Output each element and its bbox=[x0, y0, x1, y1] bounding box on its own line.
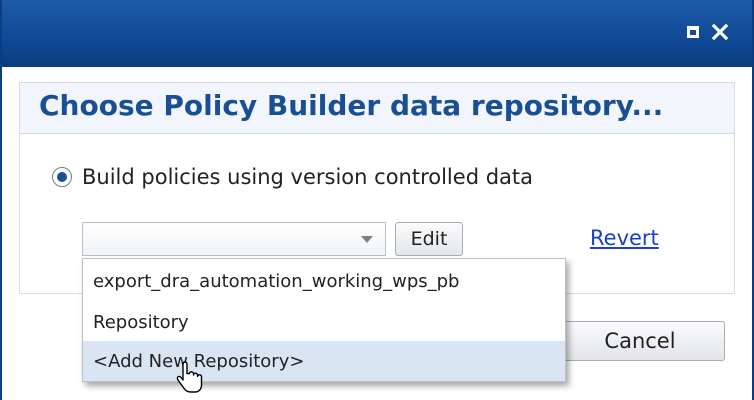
repository-input[interactable] bbox=[83, 223, 351, 255]
version-controlled-option[interactable]: Build policies using version controlled … bbox=[52, 162, 533, 192]
repository-dropdown-list: export_dra_automation_working_wps_pb Rep… bbox=[82, 258, 566, 382]
version-controlled-radio[interactable] bbox=[52, 167, 72, 187]
dropdown-item-export-dra[interactable]: export_dra_automation_working_wps_pb bbox=[83, 261, 565, 301]
dropdown-item-add-new-repository[interactable]: <Add New Repository> bbox=[83, 341, 565, 381]
dropdown-item-repository[interactable]: Repository bbox=[83, 302, 565, 342]
chevron-down-icon bbox=[361, 235, 373, 243]
maximize-button[interactable] bbox=[681, 20, 705, 44]
radio-selected-dot bbox=[57, 172, 67, 182]
dialog-header: Choose Policy Builder data repository... bbox=[19, 82, 735, 134]
close-icon bbox=[712, 24, 728, 40]
dialog-title: Choose Policy Builder data repository... bbox=[39, 89, 664, 122]
repository-select[interactable] bbox=[82, 222, 386, 256]
cancel-button[interactable]: Cancel bbox=[555, 321, 725, 361]
version-controlled-label: Build policies using version controlled … bbox=[82, 165, 533, 189]
dropdown-toggle[interactable] bbox=[349, 223, 385, 255]
maximize-icon bbox=[687, 26, 699, 38]
close-button[interactable] bbox=[708, 20, 732, 44]
revert-link[interactable]: Revert bbox=[590, 226, 659, 250]
title-bar bbox=[2, 0, 752, 67]
edit-button[interactable]: Edit bbox=[395, 222, 463, 256]
